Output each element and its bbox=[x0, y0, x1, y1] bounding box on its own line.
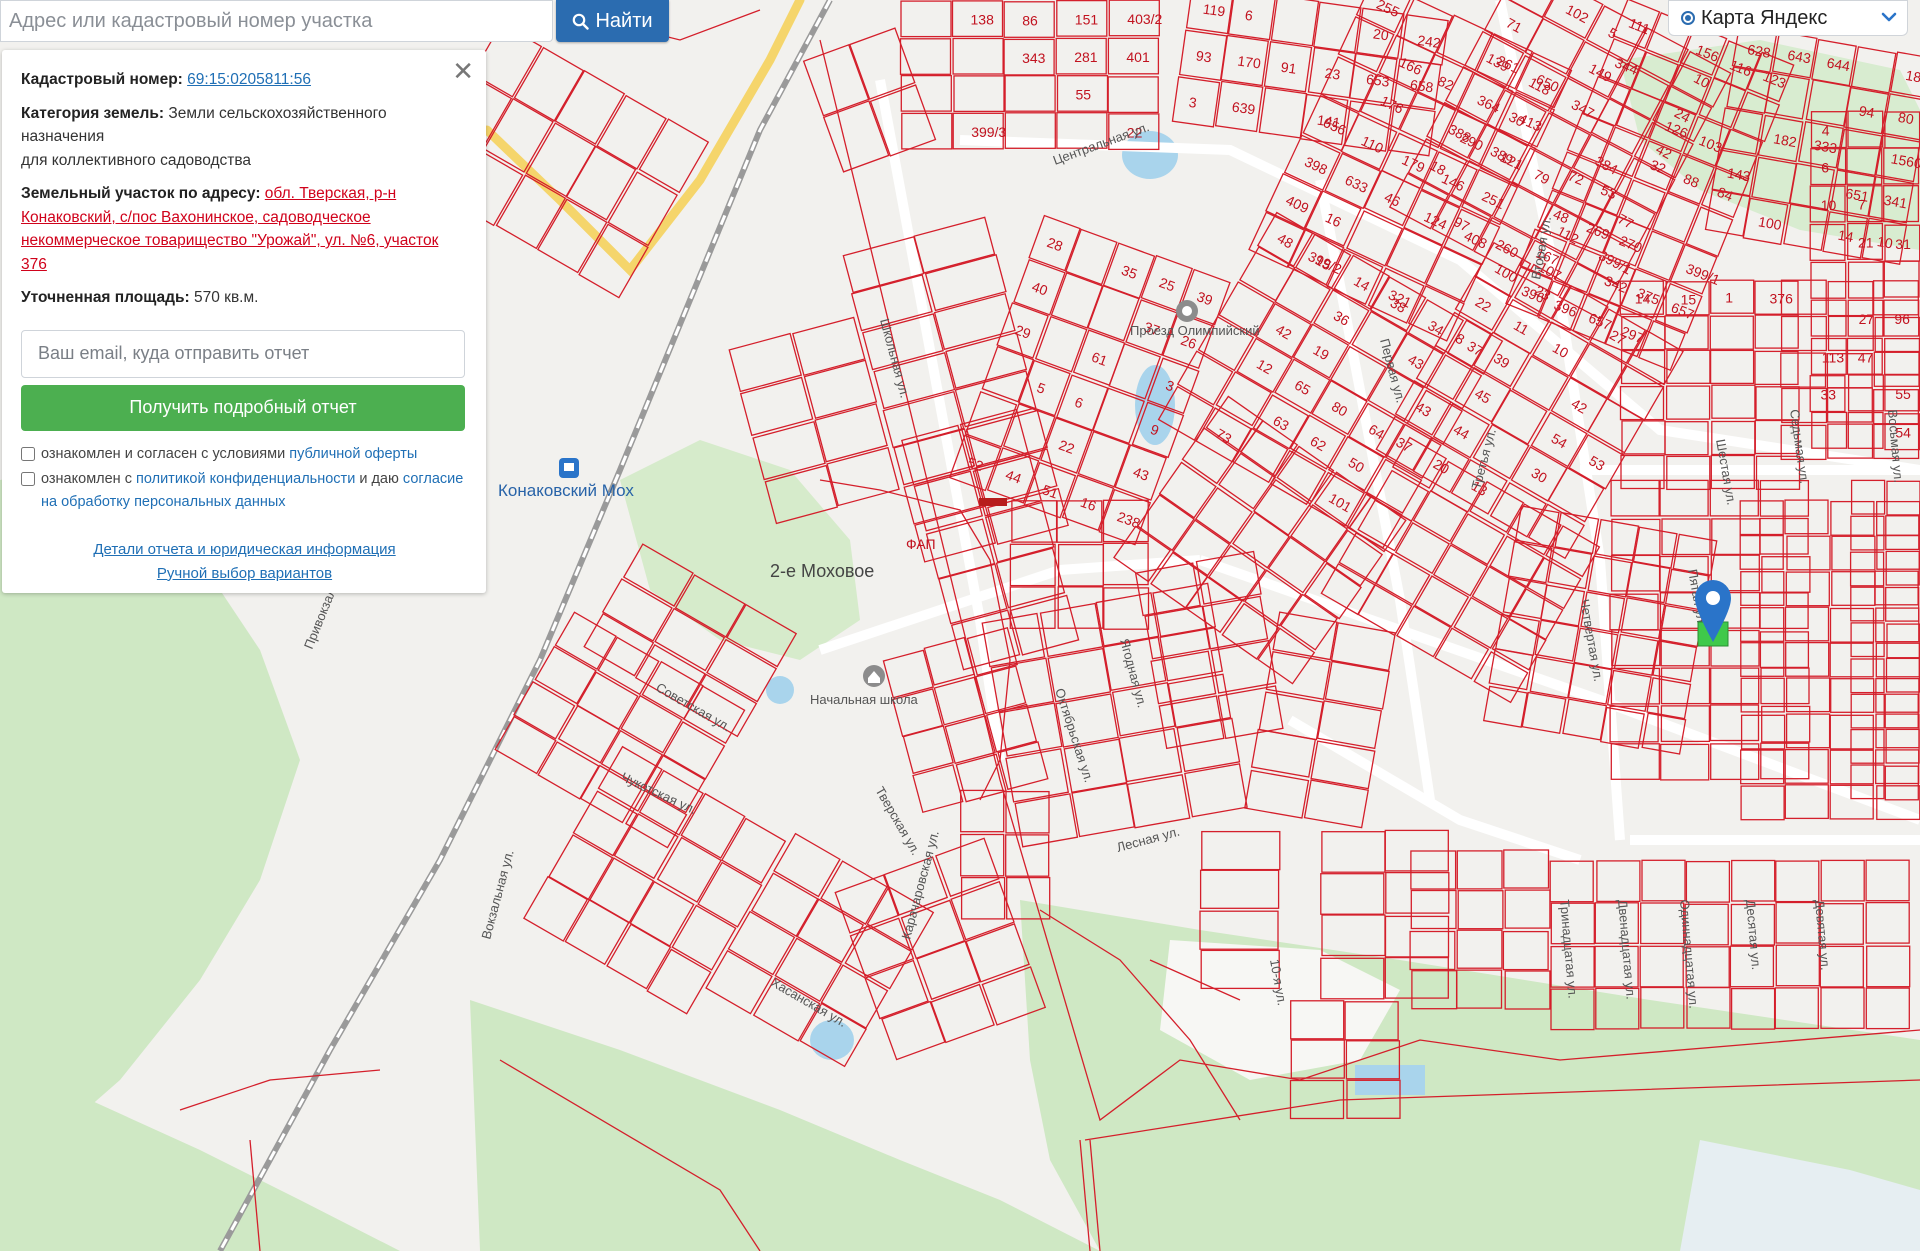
offer-agreement: ознакомлен и согласен с условиями публич… bbox=[21, 443, 468, 466]
search-input[interactable] bbox=[0, 0, 553, 42]
parcel-number-label: 21 bbox=[1858, 234, 1874, 250]
parcel-number-label: 7 bbox=[1858, 197, 1866, 213]
parcel-number-label: 55 bbox=[1895, 386, 1911, 402]
parcel-number-label: 151 bbox=[1075, 11, 1099, 27]
parcel-number-label: 6 bbox=[1821, 160, 1829, 176]
parcel-number-label: 10 bbox=[1821, 197, 1837, 213]
address-label: Земельный участок по адресу: bbox=[21, 185, 261, 202]
place-label-mokhovoe: 2-е Моховое bbox=[770, 561, 874, 581]
search-icon bbox=[573, 13, 590, 30]
cadastral-label: Кадастровый номер: bbox=[21, 71, 183, 88]
parcel-number-label: 55 bbox=[1076, 87, 1092, 103]
parcel-number-label: 27 bbox=[1859, 311, 1875, 327]
search-button-label: Найти bbox=[595, 9, 653, 32]
close-icon[interactable]: ✕ bbox=[452, 58, 474, 84]
parcel-number-label: 639 bbox=[1231, 98, 1257, 117]
get-report-button[interactable]: Получить подробный отчет bbox=[21, 384, 465, 431]
bus-stop-icon[interactable] bbox=[559, 458, 579, 478]
parcel-number-label: 138 bbox=[971, 12, 995, 28]
offer-prefix: ознакомлен и согласен с условиями bbox=[41, 445, 286, 462]
offer-text: ознакомлен и согласен с условиями публич… bbox=[41, 443, 417, 466]
privacy-text: ознакомлен с политикой конфиденциальност… bbox=[41, 468, 468, 514]
map-type-label: Карта Яндекс bbox=[1701, 6, 1828, 29]
parcel-number-label: 1 bbox=[1725, 290, 1733, 306]
category-row: Категория земель: Земли сельскохозяйстве… bbox=[21, 102, 468, 173]
privacy-prefix: ознакомлен с bbox=[41, 470, 132, 487]
area-value: 570 кв.м. bbox=[194, 289, 259, 306]
parcel-number-label: 281 bbox=[1074, 49, 1098, 65]
public-offer-link[interactable]: публичной оферты bbox=[289, 446, 417, 462]
parcel-number-label: 96 bbox=[1894, 311, 1910, 327]
area-label: Уточненная площадь: bbox=[21, 289, 190, 306]
panel-bottom-links: Детали отчета и юридическая информация Р… bbox=[21, 538, 468, 586]
address-row: Земельный участок по адресу: обл. Тверск… bbox=[21, 182, 468, 276]
privacy-checkbox[interactable] bbox=[21, 471, 35, 486]
parcel-number-label: 14 bbox=[1635, 291, 1651, 307]
parcel-number-label: 653 bbox=[1365, 71, 1391, 90]
parcel-number-label: 15 bbox=[1681, 291, 1697, 307]
parcel-number-label: 14 bbox=[1837, 227, 1855, 245]
parcel-number-label: 170 bbox=[1237, 53, 1263, 72]
place-label-fap: ФАП bbox=[906, 536, 936, 552]
parcel-number-label: 4 bbox=[1822, 123, 1830, 139]
parcel-number-label: 93 bbox=[1195, 47, 1213, 65]
parcel-number-label: 403/2 bbox=[1127, 11, 1162, 27]
radio-selected-icon[interactable] bbox=[1681, 11, 1695, 25]
place-label-konakovsky-mokh: Конаковский Мох bbox=[498, 481, 634, 500]
parcel-number-label: 31 bbox=[1895, 236, 1911, 252]
usage-value: для коллективного садоводства bbox=[21, 151, 252, 169]
parcel-number-label: 86 bbox=[1022, 13, 1038, 29]
parcel-number-label: 401 bbox=[1126, 49, 1150, 65]
chevron-down-icon[interactable] bbox=[1881, 9, 1897, 27]
cadastral-row: Кадастровый номер: 69:15:0205811:56 bbox=[21, 68, 468, 92]
parcel-number-label: 119 bbox=[1202, 1, 1227, 20]
privacy-mid: и даю bbox=[359, 470, 399, 487]
area-row: Уточненная площадь: 570 кв.м. bbox=[21, 286, 468, 310]
parcel-number-label: 47 bbox=[1858, 349, 1874, 365]
place-label-school: Начальная школа bbox=[810, 692, 919, 707]
poi-icon[interactable] bbox=[1176, 300, 1198, 322]
parcel-info-panel: ✕ Кадастровый номер: 69:15:0205811:56 Ка… bbox=[2, 50, 486, 593]
fap-building-icon bbox=[979, 498, 1007, 506]
search-button[interactable]: Найти bbox=[556, 0, 669, 42]
report-details-link[interactable]: Детали отчета и юридическая информация bbox=[93, 541, 395, 558]
offer-checkbox[interactable] bbox=[21, 446, 35, 461]
parcel-number-label: 399/3 bbox=[971, 124, 1006, 140]
map-type-selector[interactable]: Карта Яндекс bbox=[1668, 0, 1908, 36]
search-bar bbox=[0, 0, 553, 42]
privacy-agreement: ознакомлен с политикой конфиденциальност… bbox=[21, 468, 468, 514]
school-icon[interactable] bbox=[863, 665, 885, 687]
pond bbox=[810, 1020, 854, 1060]
email-field[interactable] bbox=[21, 329, 465, 378]
manual-selection-link[interactable]: Ручной выбор вариантов bbox=[157, 565, 332, 582]
privacy-policy-link[interactable]: политикой конфиденциальности bbox=[136, 471, 355, 487]
parcel-number-label: 343 bbox=[1022, 50, 1046, 66]
place-label-olympic: Проезд Олимпийский bbox=[1130, 323, 1260, 338]
parcel-number-label: 91 bbox=[1280, 59, 1298, 77]
category-label: Категория земель: bbox=[21, 104, 165, 122]
cadastral-number-link[interactable]: 69:15:0205811:56 bbox=[187, 71, 311, 88]
